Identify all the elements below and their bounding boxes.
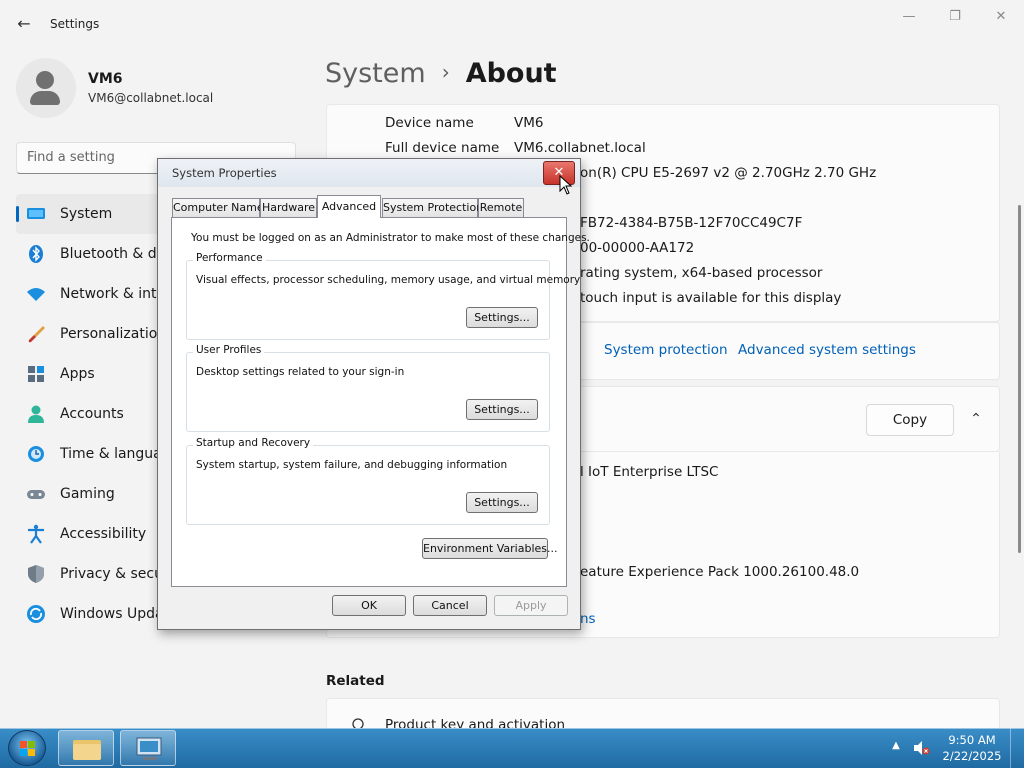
windows-logo-icon [20,741,35,756]
system-properties-dialog: System Properties ✕ Computer Name Hardwa… [157,158,590,630]
shield-icon [28,565,44,583]
update-icon [27,605,45,623]
profile-name: VM6 [88,71,123,87]
apply-button[interactable]: Apply [494,595,568,616]
group-label: Performance [193,252,266,264]
copy-button[interactable]: Copy [866,404,954,436]
minimize-button[interactable]: — [894,6,924,28]
spec-value: VM6.collabnet.local [514,140,646,156]
volume-muted-icon[interactable] [912,739,930,757]
scrollbar[interactable] [1018,205,1021,553]
sidebar-item-label: Gaming [60,486,115,502]
spec-value: eature Experience Pack 1000.26100.48.0 [580,564,860,580]
advanced-system-settings-link[interactable]: Advanced system settings [738,342,916,358]
tab-computer-name[interactable]: Computer Name [172,198,264,217]
breadcrumb-parent[interactable]: System [325,58,426,89]
spec-value: l IoT Enterprise LTSC [580,464,719,480]
spec-label: Device name [385,115,474,131]
accessibility-icon [28,524,44,544]
sidebar-item-label: Accessibility [60,526,147,542]
back-arrow-icon[interactable]: ← [12,12,36,36]
avatar [16,58,76,118]
taskbar: ▲ 9:50 AM 2/22/2025 [0,728,1024,768]
spec-value: rating system, x64-based processor [580,265,823,281]
gamepad-icon [27,490,45,499]
spec-label: Full device name [385,140,500,156]
group-description: Desktop settings related to your sign-in [196,366,405,378]
chevron-up-icon[interactable]: ⌃ [964,406,988,432]
page-title: About [465,58,557,89]
clock-time[interactable]: 9:50 AM [948,733,996,747]
tab-hardware[interactable]: Hardware [260,198,317,217]
user-profiles-group: User Profiles Desktop settings related t… [186,344,550,432]
sidebar-item-label: Accounts [60,406,124,422]
advanced-tab-panel: You must be logged on as an Administrato… [171,217,590,587]
app-title: Settings [50,17,100,31]
dialog-title-bar[interactable]: System Properties ✕ [158,159,580,195]
maximize-button[interactable]: ❐ [940,6,970,28]
admin-notice: You must be logged on as an Administrato… [191,232,590,244]
active-indicator [16,206,19,222]
group-description: System startup, system failure, and debu… [196,459,508,471]
folder-icon [73,740,101,760]
sidebar-item-label: Personalization [60,326,167,342]
mouse-cursor-icon [559,175,573,195]
system-icon [27,208,45,219]
bluetooth-icon [29,245,43,263]
environment-variables-button[interactable]: Environment Variables... [422,538,558,559]
breadcrumb: System › About [325,58,557,89]
ok-button[interactable]: OK [332,595,406,616]
sidebar-item-label: Apps [60,366,95,382]
system-protection-link[interactable]: System protection [604,342,728,358]
spec-value: 00-00000-AA172 [580,240,695,256]
group-description: Visual effects, processor scheduling, me… [196,274,581,286]
user-profile[interactable]: VM6 VM6@collabnet.local [16,58,296,118]
spec-value: VM6 [514,115,544,131]
tab-remote[interactable]: Remote [478,198,524,217]
spec-value: FB72-4384-B75B-12F70CC49C7F [580,215,803,231]
close-button[interactable]: ✕ [986,6,1016,28]
network-icon [27,288,45,301]
performance-group: Performance Visual effects, processor sc… [186,252,580,340]
group-label: Startup and Recovery [193,437,314,449]
performance-settings-button[interactable]: Settings... [466,307,538,328]
spec-value: on(R) CPU E5-2697 v2 @ 2.70GHz 2.70 GHz [580,165,877,181]
spec-value: touch input is available for this displa… [580,290,842,306]
tab-advanced[interactable]: Advanced [317,195,381,218]
apps-icon [28,366,44,382]
startup-recovery-group: Startup and Recovery System startup, sys… [186,437,550,525]
brush-icon [28,326,45,343]
related-heading: Related [326,673,385,689]
show-desktop-button[interactable] [1010,728,1024,768]
title-bar: ← Settings — ❐ ✕ [0,0,1024,48]
file-explorer-taskbar-button[interactable] [58,730,114,766]
group-label: User Profiles [193,344,265,356]
user-profiles-settings-button[interactable]: Settings... [466,399,538,420]
dialog-title: System Properties [172,166,277,180]
computer-icon [136,737,162,760]
license-terms-link[interactable]: ns [580,611,596,627]
sidebar-item-label: System [60,206,113,222]
start-button[interactable] [8,730,46,766]
tray-overflow-icon[interactable]: ▲ [890,740,902,754]
startup-recovery-settings-button[interactable]: Settings... [466,492,538,513]
chevron-right-icon: › [441,60,450,84]
profile-email: VM6@collabnet.local [88,91,214,105]
clock-icon [28,446,44,462]
tab-system-protection[interactable]: System Protection [382,198,483,217]
accounts-icon [28,405,44,423]
clock-date[interactable]: 2/22/2025 [942,749,1002,763]
cancel-button[interactable]: Cancel [413,595,487,616]
system-properties-taskbar-button[interactable] [120,730,176,766]
